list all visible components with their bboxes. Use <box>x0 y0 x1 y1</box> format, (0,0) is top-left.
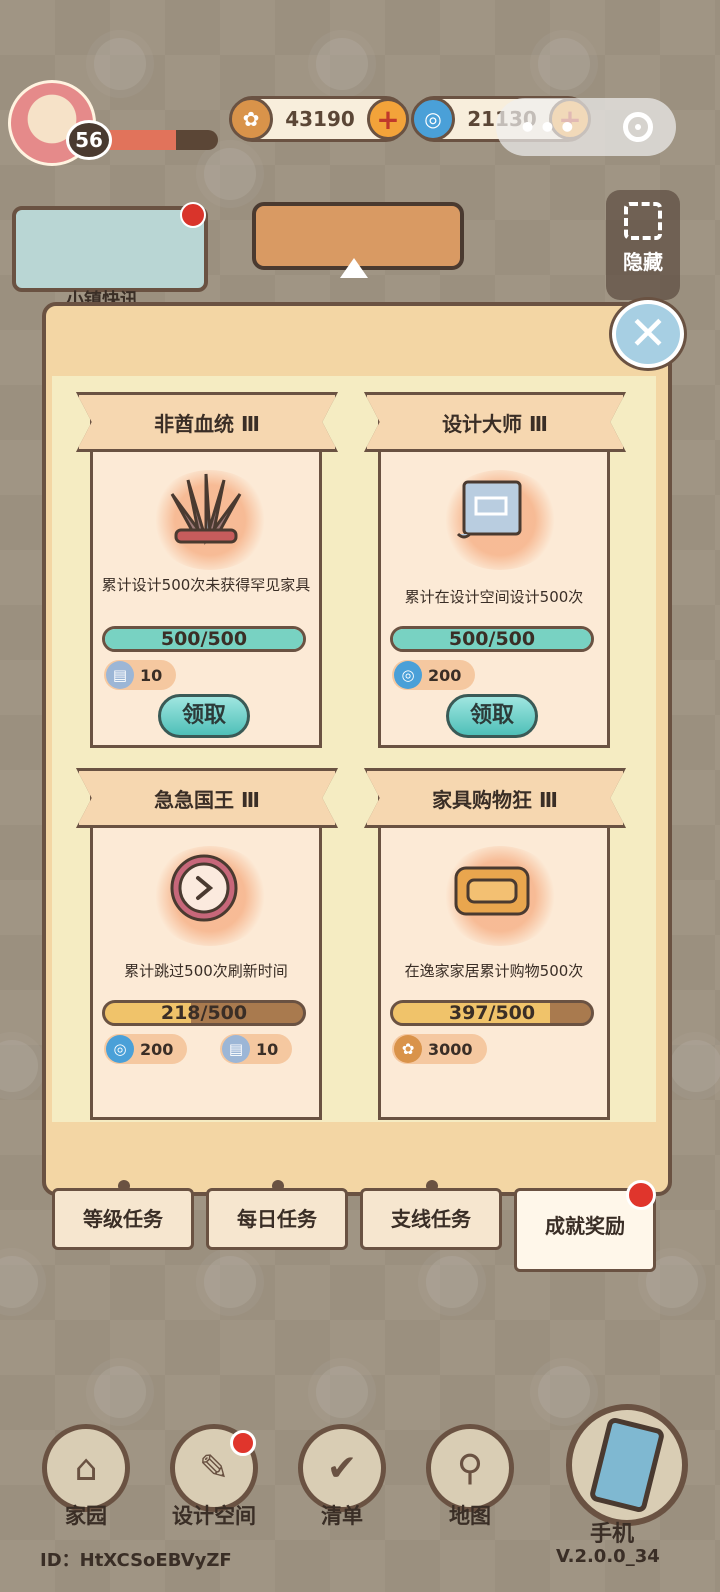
achievement-description: 累计设计500次未获得罕见家具 <box>101 576 311 594</box>
reward-chip: ✿ 3000 <box>392 1034 487 1064</box>
phone-label: 手机 <box>590 1522 635 1547</box>
town-news-thumbnail[interactable] <box>12 206 208 292</box>
reward-chip: ◎ 200 <box>392 660 476 690</box>
xp-bar <box>100 130 218 150</box>
tab-daily-tasks[interactable]: 每日任务 <box>206 1188 348 1250</box>
clock-icon <box>170 854 238 922</box>
achievement-description: 在逸家家居累计购物500次 <box>404 962 584 980</box>
home-button[interactable]: ⌂ <box>42 1424 130 1512</box>
banner-arrow-icon <box>340 258 368 278</box>
reward-amount: 10 <box>140 665 163 685</box>
gem-icon: ◎ <box>106 1035 134 1063</box>
ticket-icon: ▤ <box>106 661 134 689</box>
gem-swirl-icon: ◎ <box>411 97 455 141</box>
design-space-label: 设计空间 <box>172 1504 256 1528</box>
player-level-badge: 56 <box>66 120 112 160</box>
reward-amount: 200 <box>140 1039 174 1059</box>
screenshot-frame-icon <box>624 202 662 240</box>
miniprogram-capsule: ••• <box>496 98 676 156</box>
achievement-title: 非酋血统 Ⅲ <box>76 392 338 452</box>
progress-text: 500/500 <box>448 628 536 650</box>
more-menu-button[interactable]: ••• <box>519 111 579 144</box>
design-space-notification-dot <box>230 1430 256 1456</box>
achievement-progress-bar: 397/500 <box>390 1000 594 1026</box>
gold-coin-icon: ✿ <box>394 1035 422 1063</box>
gold-coin-icon: ✿ <box>229 97 273 141</box>
progress-text: 397/500 <box>448 1002 536 1024</box>
claim-button[interactable]: 领取 <box>158 694 250 738</box>
achievement-title: 设计大师 Ⅲ <box>364 392 626 452</box>
close-panel-button[interactable]: ✕ <box>612 300 684 368</box>
map-label: 地图 <box>449 1504 491 1528</box>
ticket-icon: ▤ <box>222 1035 250 1063</box>
progress-text: 500/500 <box>160 628 248 650</box>
news-notification-dot <box>180 202 206 228</box>
version-text: V.2.0.0_34 <box>556 1546 660 1567</box>
achievement-progress-bar: 500/500 <box>390 626 594 652</box>
achievement-progress-bar: 218/500 <box>102 1000 306 1026</box>
checklist-button[interactable]: ✔ <box>298 1424 386 1512</box>
checklist-label: 清单 <box>321 1504 363 1528</box>
map-button[interactable]: ⚲ <box>426 1424 514 1512</box>
gold-counter: ✿ 43190 + <box>229 96 409 142</box>
phone-icon <box>588 1416 666 1514</box>
sofa-icon <box>454 866 530 916</box>
achievement-description: 累计跳过500次刷新时间 <box>124 962 288 980</box>
tab-level-tasks[interactable]: 等级任务 <box>52 1188 194 1250</box>
add-gold-button[interactable]: + <box>367 98 409 140</box>
reward-chip: ▤ 10 <box>220 1034 293 1064</box>
user-id-text: ID：HtXCSoEBVyZF <box>40 1550 232 1571</box>
achievement-title: 急急国王 Ⅲ <box>76 768 338 828</box>
gem-icon: ◎ <box>394 661 422 689</box>
close-miniprogram-icon[interactable] <box>623 112 654 142</box>
tab-side-tasks[interactable]: 支线任务 <box>360 1188 502 1250</box>
reward-amount: 200 <box>428 665 462 685</box>
achievement-description: 累计在设计空间设计500次 <box>404 588 584 606</box>
claim-button[interactable]: 领取 <box>446 694 538 738</box>
phone-button[interactable] <box>566 1404 688 1526</box>
hide-ui-label: 隐藏 <box>623 250 663 274</box>
hide-ui-button[interactable]: 隐藏 <box>606 190 680 300</box>
blueprint-icon <box>456 480 522 539</box>
gold-amount: 43190 <box>285 107 355 131</box>
reward-amount: 10 <box>256 1039 279 1059</box>
home-label: 家园 <box>65 1504 107 1528</box>
reward-amount: 3000 <box>428 1039 473 1059</box>
achievement-title: 家具购物狂 Ⅲ <box>364 768 626 828</box>
reward-chip: ◎ 200 <box>104 1034 188 1064</box>
tab-notification-dot <box>626 1180 656 1210</box>
achievement-progress-bar: 500/500 <box>102 626 306 652</box>
progress-text: 218/500 <box>160 1002 248 1024</box>
reward-chip: ▤ 10 <box>104 660 177 690</box>
feather-headdress-icon <box>170 473 242 545</box>
